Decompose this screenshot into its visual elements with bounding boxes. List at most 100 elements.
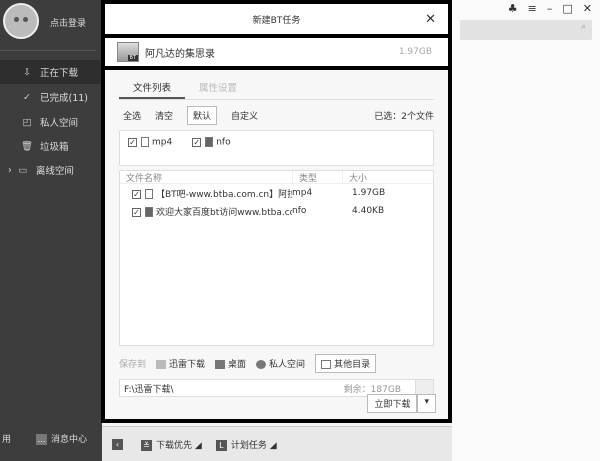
search-icon: ⌕	[580, 22, 586, 32]
table-row[interactable]: ✓ 欢迎大家百度bt访问www.btba.co... nfo 4.40KB	[120, 202, 433, 220]
priority-icon: ≚	[141, 439, 152, 451]
tab-properties[interactable]: 属性设置	[185, 78, 251, 99]
desktop-icon	[215, 360, 226, 369]
checkbox[interactable]: ✓	[128, 137, 137, 147]
save-option-private[interactable]: 私人空间	[256, 357, 305, 370]
new-bt-task-dialog: 新建BT任务 ✕ BT 阿凡达的集思录 1.97GB 文件列表 属性设置 全选 …	[101, 0, 452, 423]
divider	[0, 50, 96, 51]
checkbox[interactable]: ✓	[132, 189, 141, 199]
skin-icon[interactable]: ♣	[508, 2, 518, 15]
option-label: 私人空间	[269, 360, 306, 370]
video-file-icon	[141, 137, 149, 147]
sidebar-item-label: 正在下载	[40, 68, 79, 79]
maximize-icon[interactable]: □	[562, 2, 572, 15]
schedule-button[interactable]: L 计划任务 ◢	[215, 438, 277, 451]
sidebar-item-label: 离线空间	[35, 166, 74, 177]
table-header: 文件名称 类型 大小	[120, 170, 433, 184]
video-file-icon	[145, 189, 153, 199]
sidebar: 点击登录 ⇩ 正在下载 ✓ 已完成(11) ◰ 私人空间 🗑 垃圾箱 › ▭ 离线空间 用 …	[0, 0, 102, 461]
download-now-button[interactable]: 立即下载	[367, 394, 418, 413]
save-path: F:\迅雷下载\	[124, 384, 174, 395]
window-controls: ♣ ≡ – □ ✕	[508, 2, 592, 15]
task-header: BT 阿凡达的集思录 1.97GB	[105, 38, 448, 70]
download-now-group: 立即下载 ▾	[367, 394, 436, 413]
file-type: nfo	[292, 206, 307, 216]
task-size: 1.97GB	[398, 47, 432, 57]
avatar[interactable]	[3, 3, 39, 39]
sidebar-item-label: 垃圾箱	[40, 142, 69, 153]
collapse-icon[interactable]: ‹	[112, 438, 123, 450]
task-name: 阿凡达的集思录	[145, 48, 215, 60]
priority-label: 下载优先	[156, 440, 193, 451]
file-size: 1.97GB	[352, 188, 386, 198]
login-link[interactable]: 点击登录	[50, 16, 86, 29]
sidebar-item-label: 私人空间	[40, 118, 79, 129]
save-option-other[interactable]: 其他目录	[315, 354, 377, 373]
search-input[interactable]: ⌕	[460, 20, 592, 40]
message-icon: …	[36, 434, 47, 445]
type-filter: ✓ mp4 ✓ nfo	[119, 130, 434, 166]
save-location-row: 保存到 迅雷下载 桌面 私人空间 其他目录	[119, 354, 434, 373]
file-size: 4.40KB	[352, 206, 385, 216]
custom-button[interactable]: 自定义	[231, 109, 258, 122]
close-icon[interactable]: ✕	[425, 12, 436, 27]
file-table: 文件名称 类型 大小 ✓ 【BT吧-www.btba.com.cn】阿拉... m…	[119, 170, 434, 346]
checkbox[interactable]: ✓	[132, 207, 141, 217]
dialog-titlebar: 新建BT任务 ✕	[105, 4, 448, 38]
sidebar-item-offline[interactable]: › ▭ 离线空间	[0, 158, 102, 182]
default-button[interactable]: 默认	[187, 105, 218, 125]
file-name: 欢迎大家百度bt访问www.btba.co...	[156, 207, 292, 218]
selected-info: 已选：2个文件	[374, 111, 434, 122]
chevron-right-icon: ›	[8, 164, 12, 176]
close-window-icon[interactable]: ✕	[583, 2, 592, 15]
column-name[interactable]: 文件名称	[120, 171, 292, 184]
main-area: ♣ ≡ – □ ✕ ⌕	[452, 0, 600, 461]
trash-icon: 🗑	[20, 140, 34, 152]
check-circle-icon: ✓	[23, 91, 31, 103]
download-dropdown-icon[interactable]: ▾	[417, 394, 436, 413]
tabs: 文件列表 属性设置	[119, 78, 434, 100]
select-all-button[interactable]: 全选	[123, 109, 141, 122]
save-to-label: 保存到	[119, 360, 147, 370]
message-center-label: 消息中心	[51, 435, 88, 445]
file-type: mp4	[292, 188, 313, 198]
sidebar-bottom-text[interactable]: 用	[2, 432, 11, 445]
type-filter-nfo[interactable]: ✓ nfo	[192, 137, 231, 148]
menu-icon[interactable]: ≡	[528, 2, 537, 15]
selection-toolbar: 全选 清空 默认 自定义 已选：2个文件	[119, 105, 434, 125]
cloud-icon	[256, 360, 267, 369]
save-option-xunlei[interactable]: 迅雷下载	[156, 357, 205, 370]
column-size[interactable]: 大小	[342, 170, 402, 184]
download-icon: ⇩	[23, 66, 31, 78]
bt-badge: BT	[127, 55, 138, 61]
nfo-file-icon	[205, 137, 214, 147]
table-row[interactable]: ✓ 【BT吧-www.btba.com.cn】阿拉... mp4 1.97GB	[120, 184, 433, 202]
sidebar-item-downloading[interactable]: ⇩ 正在下载	[0, 60, 102, 84]
message-center-link[interactable]: … 消息中心	[36, 432, 87, 445]
cloud-download-icon: ▭	[18, 164, 28, 176]
option-label: 迅雷下载	[169, 360, 206, 370]
type-label: nfo	[216, 137, 231, 148]
free-space: 剩余：187GB	[343, 384, 401, 395]
download-priority-button[interactable]: ≚ 下载优先 ◢	[141, 438, 202, 451]
dialog-title: 新建BT任务	[252, 15, 301, 26]
sidebar-item-private[interactable]: ◰ 私人空间	[0, 110, 102, 134]
sidebar-item-completed[interactable]: ✓ 已完成(11)	[0, 85, 102, 109]
sidebar-item-trash[interactable]: 🗑 垃圾箱	[0, 134, 102, 158]
save-option-desktop[interactable]: 桌面	[215, 357, 246, 370]
checkbox[interactable]: ✓	[192, 137, 202, 147]
bt-file-icon: BT	[117, 42, 139, 62]
option-label: 桌面	[228, 360, 247, 370]
sidebar-item-label: 已完成(11)	[40, 93, 89, 104]
column-type[interactable]: 类型	[292, 170, 342, 184]
file-name: 【BT吧-www.btba.com.cn】阿拉...	[156, 189, 292, 200]
schedule-icon: L	[215, 439, 227, 451]
type-label: mp4	[152, 137, 173, 148]
nfo-file-icon	[145, 207, 153, 217]
lock-icon: ◰	[22, 116, 32, 128]
minimize-icon[interactable]: –	[547, 2, 553, 15]
tab-file-list[interactable]: 文件列表	[119, 78, 186, 99]
clear-button[interactable]: 清空	[155, 109, 173, 122]
type-filter-mp4[interactable]: ✓ mp4	[128, 137, 172, 148]
option-label: 其他目录	[334, 360, 371, 370]
